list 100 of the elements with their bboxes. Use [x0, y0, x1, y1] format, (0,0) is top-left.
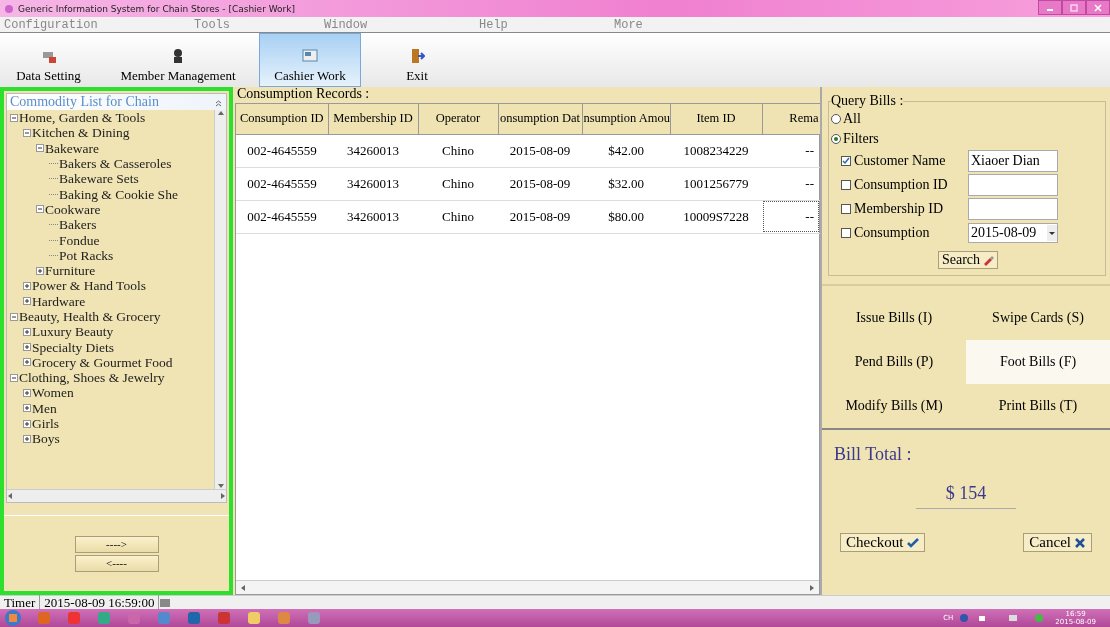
tree-item[interactable]: Beauty, Health & Grocery: [19, 309, 161, 324]
tree-item[interactable]: Women: [32, 385, 74, 401]
column-header[interactable]: Item ID: [670, 104, 762, 134]
start-button[interactable]: [4, 609, 22, 627]
tree-item[interactable]: Fondue: [59, 232, 100, 248]
column-header[interactable]: Rema: [762, 104, 820, 134]
expand-icon[interactable]: [23, 281, 31, 290]
tree-item[interactable]: Boys: [32, 431, 60, 447]
collapse-icon[interactable]: [10, 113, 18, 122]
move-button[interactable]: <----: [74, 554, 159, 572]
expand-icon[interactable]: [23, 297, 31, 306]
scrollbar[interactable]: [214, 110, 226, 489]
table-cell: 34260013: [328, 200, 418, 233]
action-button[interactable]: Print Bills (T): [966, 384, 1110, 428]
date-picker[interactable]: 2015-08-09: [968, 223, 1058, 243]
toolbar-button[interactable]: Data Setting: [0, 33, 97, 87]
bill-total: $ 154: [915, 483, 1017, 509]
radio-label: Filters: [843, 131, 879, 147]
door-icon: [409, 48, 425, 64]
scroll-left-icon[interactable]: [240, 584, 246, 591]
window-title: Generic Information System for Chain Stores - [Cashier Work]: [18, 3, 295, 14]
dropdown-icon[interactable]: [1047, 225, 1057, 241]
action-button[interactable]: Pend Bills (P): [822, 340, 966, 384]
taskbar-app-icon[interactable]: [246, 610, 262, 626]
tree-item[interactable]: Baking & Cookie She: [59, 186, 178, 202]
action-button[interactable]: Modify Bills (M): [822, 384, 966, 428]
brush-icon: [982, 254, 995, 266]
tree-item[interactable]: Luxury Beauty: [32, 324, 114, 340]
scroll-left-icon[interactable]: [7, 493, 13, 499]
column-header[interactable]: onsumption Dat: [498, 104, 582, 134]
checkbox[interactable]: [841, 156, 851, 166]
expand-icon[interactable]: [23, 358, 31, 367]
action-button[interactable]: Swipe Cards (S): [966, 296, 1110, 340]
table-cell: 34260013: [328, 167, 418, 200]
filter-label: Consumption: [854, 225, 931, 241]
scrollbar[interactable]: [236, 580, 819, 594]
radio-button[interactable]: [831, 114, 841, 124]
column-header[interactable]: Consumption ID: [236, 104, 328, 134]
scroll-right-icon[interactable]: [809, 584, 815, 591]
toolbar-button[interactable]: Member Management: [97, 33, 259, 87]
checkbox[interactable]: [841, 180, 851, 190]
checkbox[interactable]: [841, 228, 851, 238]
expand-icon[interactable]: [23, 404, 31, 413]
maximize-button[interactable]: [1062, 0, 1086, 15]
scrollbar[interactable]: [7, 489, 226, 502]
collapse-icon[interactable]: [214, 97, 223, 107]
tree-item[interactable]: Girls: [32, 416, 59, 432]
collapse-icon[interactable]: [10, 312, 18, 321]
collapse-icon[interactable]: [10, 373, 18, 382]
column-header[interactable]: Operator: [418, 104, 498, 134]
tree-item[interactable]: Cookware: [45, 201, 101, 217]
table-cell: Chino: [418, 200, 498, 233]
tree-item[interactable]: Grocery & Gourmet Food: [32, 354, 173, 370]
tree-item[interactable]: Kitchen & Dining: [32, 125, 130, 141]
minimize-button[interactable]: [1038, 0, 1062, 15]
keyboard-icon: [159, 597, 172, 608]
tree-item[interactable]: Hardware: [32, 293, 86, 309]
tree-item[interactable]: Bakers & Casseroles: [59, 156, 172, 172]
radio-button[interactable]: [831, 134, 841, 144]
filter-label: Consumption ID: [854, 177, 949, 193]
expand-icon[interactable]: [23, 419, 31, 428]
table-cell: 002-4645559: [236, 200, 328, 233]
toolbar-button[interactable]: Exit: [361, 33, 473, 87]
close-icon: [1094, 3, 1102, 12]
expand-icon[interactable]: [23, 434, 31, 443]
tree-item[interactable]: Men: [32, 400, 57, 416]
tree-item[interactable]: Bakeware: [45, 140, 99, 156]
column-header[interactable]: nsumption Amou: [582, 104, 670, 134]
cancel-button[interactable]: Cancel: [1023, 533, 1092, 552]
expand-icon[interactable]: [23, 327, 31, 336]
tree-item[interactable]: Power & Hand Tools: [32, 278, 146, 294]
tree-item[interactable]: Home, Garden & Tools: [19, 110, 146, 126]
input-field[interactable]: Xiaoer Dian: [968, 150, 1058, 172]
collapse-icon[interactable]: [23, 128, 31, 137]
input-field[interactable]: [968, 174, 1058, 196]
checkout-button[interactable]: Checkout: [840, 533, 925, 552]
tree-item[interactable]: Bakeware Sets: [59, 171, 139, 187]
scroll-right-icon[interactable]: [220, 493, 226, 499]
expand-icon[interactable]: [36, 266, 44, 275]
tree-item[interactable]: Bakers: [59, 217, 97, 233]
table-cell: Chino: [418, 134, 498, 167]
toolbar-button[interactable]: Cashier Work: [259, 33, 361, 87]
tree-item[interactable]: Furniture: [45, 263, 96, 279]
checkbox[interactable]: [841, 204, 851, 214]
action-button[interactable]: Issue Bills (I): [822, 296, 966, 340]
collapse-icon[interactable]: [36, 205, 44, 214]
move-button[interactable]: ---->: [74, 535, 159, 553]
collapse-icon[interactable]: [36, 144, 44, 153]
table-cell: 1001256779: [670, 167, 762, 200]
search-button[interactable]: Search: [937, 251, 999, 269]
filter-label: Customer Name: [854, 153, 947, 169]
expand-icon[interactable]: [23, 389, 31, 397]
expand-icon[interactable]: [23, 343, 31, 352]
close-button[interactable]: [1086, 0, 1110, 15]
tree-item[interactable]: Clothing, Shoes & Jewelry: [19, 370, 165, 386]
input-field[interactable]: [968, 198, 1058, 220]
action-button[interactable]: Foot Bills (F): [966, 340, 1110, 384]
tree-item[interactable]: Specialty Diets: [32, 339, 115, 355]
column-header[interactable]: Membership ID: [328, 104, 418, 134]
tree-item[interactable]: Pot Racks: [59, 247, 114, 263]
